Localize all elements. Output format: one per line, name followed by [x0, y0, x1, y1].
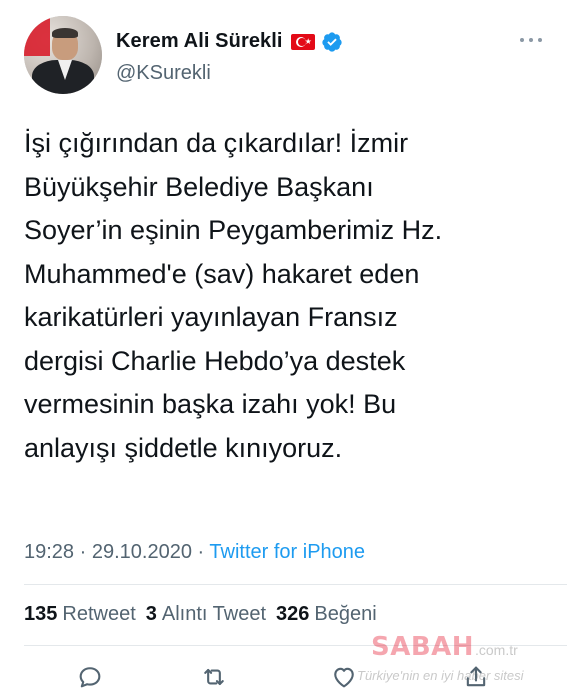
divider [24, 645, 567, 646]
divider [24, 584, 567, 585]
author-handle[interactable]: @KSurekli [116, 62, 211, 85]
author-name-row: Kerem Ali Sürekli ★ [116, 30, 343, 53]
reply-icon[interactable] [76, 663, 104, 691]
quote-tweets-label: Alıntı Tweet [161, 603, 267, 625]
meta-separator: · [197, 541, 205, 563]
retweet-icon[interactable] [200, 663, 228, 691]
likes-count: 326 [276, 603, 310, 625]
tweet-time[interactable]: 19:28 [24, 541, 74, 563]
like-heart-icon[interactable] [330, 663, 358, 691]
tweet-source-link[interactable]: Twitter for iPhone [209, 541, 365, 563]
quote-tweets-stat[interactable]: 3 Alıntı Tweet [146, 603, 266, 626]
retweets-count: 135 [24, 603, 58, 625]
quote-tweets-count: 3 [145, 603, 157, 625]
turkey-flag-icon: ★ [290, 33, 315, 50]
retweets-label: Retweet [62, 603, 136, 625]
tweet-date[interactable]: 29.10.2020 [92, 541, 192, 563]
likes-stat[interactable]: 326 Beğeni [276, 603, 377, 626]
author-avatar[interactable] [24, 16, 102, 94]
share-icon[interactable] [462, 663, 490, 691]
tweet-meta: 19:28 · 29.10.2020 · Twitter for iPhone [24, 541, 365, 564]
author-display-name[interactable]: Kerem Ali Sürekli [116, 30, 283, 53]
tweet-stats: 135 Retweet 3 Alıntı Tweet 326 Beğeni [24, 603, 377, 626]
likes-label: Beğeni [314, 603, 377, 625]
retweets-stat[interactable]: 135 Retweet [24, 603, 136, 626]
more-options-icon[interactable] [520, 38, 542, 42]
tweet-text: İşi çığırından da çıkardılar! İzmir Büyü… [24, 128, 443, 463]
verified-badge-icon [321, 31, 342, 52]
meta-separator: · [79, 541, 87, 563]
tweet-header: Kerem Ali Sürekli ★ @KSurekli [24, 16, 544, 96]
tweet-actions [0, 655, 567, 695]
